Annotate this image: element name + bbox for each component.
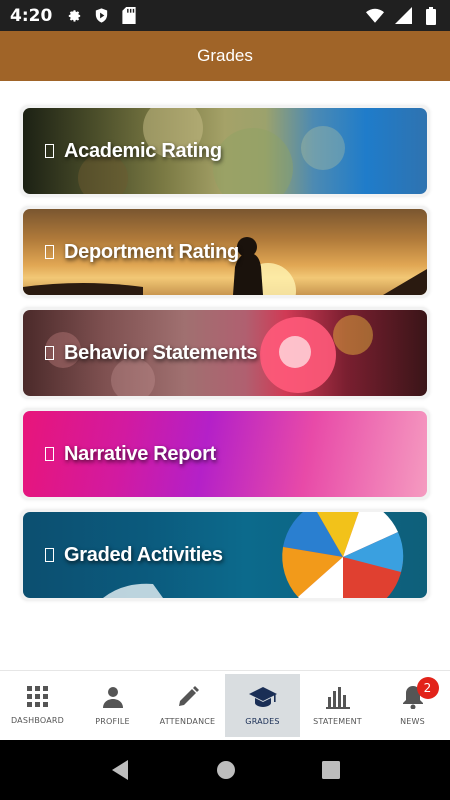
card-image: Academic Rating — [23, 108, 427, 194]
wifi-icon — [366, 7, 384, 25]
bottom-navigation: DASHBOARD PROFILE ATTENDANCE GRADES STAT… — [0, 670, 450, 740]
missing-glyph-icon — [45, 245, 54, 259]
sd-card-icon — [120, 7, 138, 25]
card-image: Deportment Rating — [23, 209, 427, 295]
page-title: Grades — [197, 46, 253, 65]
grade-menu-list: Academic Rating Deportment Rating Behavi… — [20, 105, 430, 610]
news-badge: 2 — [416, 677, 439, 699]
gear-icon — [64, 7, 82, 25]
card-deportment-rating[interactable]: Deportment Rating — [20, 206, 430, 298]
card-image: Behavior Statements — [23, 310, 427, 396]
card-academic-rating[interactable]: Academic Rating — [20, 105, 430, 197]
missing-glyph-icon — [45, 548, 54, 562]
nav-label: STATEMENT — [313, 717, 362, 726]
bar-chart-icon — [325, 687, 350, 709]
nav-news[interactable]: 2 NEWS — [375, 671, 450, 740]
pencil-icon — [178, 686, 199, 706]
graduation-cap-icon — [248, 687, 277, 707]
nav-profile[interactable]: PROFILE — [75, 671, 150, 740]
missing-glyph-icon — [45, 447, 54, 461]
status-bar: 4:20 — [0, 0, 450, 31]
nav-grades[interactable]: GRADES — [225, 674, 300, 737]
app-bar: Grades — [0, 31, 450, 81]
nav-dashboard[interactable]: DASHBOARD — [0, 671, 75, 740]
nav-attendance[interactable]: ATTENDANCE — [150, 671, 225, 740]
nav-label: DASHBOARD — [10, 716, 65, 725]
home-icon[interactable] — [216, 760, 236, 780]
card-narrative-report[interactable]: Narrative Report — [20, 408, 430, 500]
grid-icon — [26, 686, 48, 707]
nav-label: GRADES — [245, 717, 280, 726]
card-label: Academic Rating — [64, 139, 222, 162]
status-time: 4:20 — [10, 5, 53, 26]
card-label: Graded Activities — [64, 543, 223, 566]
card-label: Narrative Report — [64, 442, 216, 465]
missing-glyph-icon — [45, 144, 54, 158]
card-graded-activities[interactable]: Graded Activities — [20, 509, 430, 601]
battery-icon — [422, 6, 440, 25]
card-image: Narrative Report — [23, 411, 427, 497]
card-label: Behavior Statements — [64, 341, 258, 364]
system-navigation-bar — [0, 740, 450, 800]
play-protect-icon — [92, 7, 110, 25]
card-label: Deportment Rating — [64, 240, 239, 263]
nav-statement[interactable]: STATEMENT — [300, 671, 375, 740]
nav-label: NEWS — [400, 717, 425, 726]
signal-icon — [394, 7, 412, 25]
missing-glyph-icon — [45, 346, 54, 360]
back-icon[interactable] — [110, 759, 130, 781]
person-icon — [102, 687, 123, 708]
nav-label: ATTENDANCE — [159, 717, 216, 726]
recents-icon[interactable] — [322, 761, 340, 779]
card-behavior-statements[interactable]: Behavior Statements — [20, 307, 430, 399]
nav-label: PROFILE — [95, 717, 130, 726]
card-image: Graded Activities — [23, 512, 427, 598]
